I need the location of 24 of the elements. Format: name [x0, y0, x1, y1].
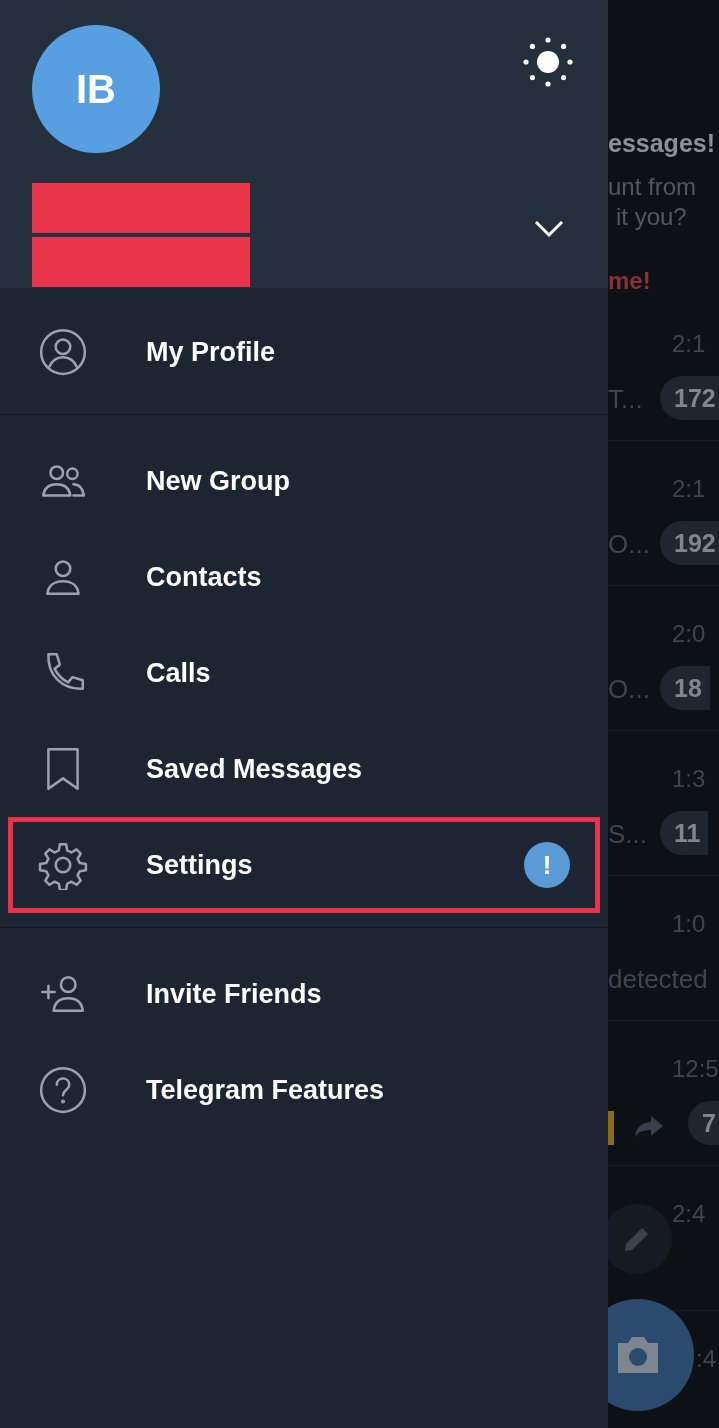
sticker-thumbnail: [608, 1111, 614, 1145]
sun-icon[interactable]: [522, 36, 574, 88]
menu-item[interactable]: Saved Messages: [8, 721, 600, 817]
banner-text: essages!: [608, 128, 717, 158]
alert-badge: !: [524, 842, 570, 888]
profile-icon: [38, 327, 88, 377]
settings-icon: [38, 840, 88, 890]
unread-badge: 18: [660, 666, 710, 710]
banner-text: me!: [608, 266, 652, 296]
banner-text: unt from: [608, 172, 698, 202]
help-icon: [38, 1065, 88, 1115]
menu-item[interactable]: Telegram Features: [8, 1042, 600, 1138]
menu-item[interactable]: My Profile: [8, 304, 600, 400]
menu-item[interactable]: Contacts: [8, 529, 600, 625]
unread-badge: 7: [688, 1101, 719, 1145]
unread-badge: 11: [660, 811, 709, 855]
menu-item[interactable]: New Group: [8, 433, 600, 529]
menu-item[interactable]: Calls: [8, 625, 600, 721]
menu-item[interactable]: Settings !: [8, 817, 600, 913]
unread-badge: 172: [660, 376, 719, 420]
banner-text: it you?: [616, 202, 688, 232]
chevron-down-icon[interactable]: [534, 220, 564, 238]
menu-item[interactable]: Invite Friends: [8, 946, 600, 1042]
unread-badge: 192: [660, 521, 719, 565]
